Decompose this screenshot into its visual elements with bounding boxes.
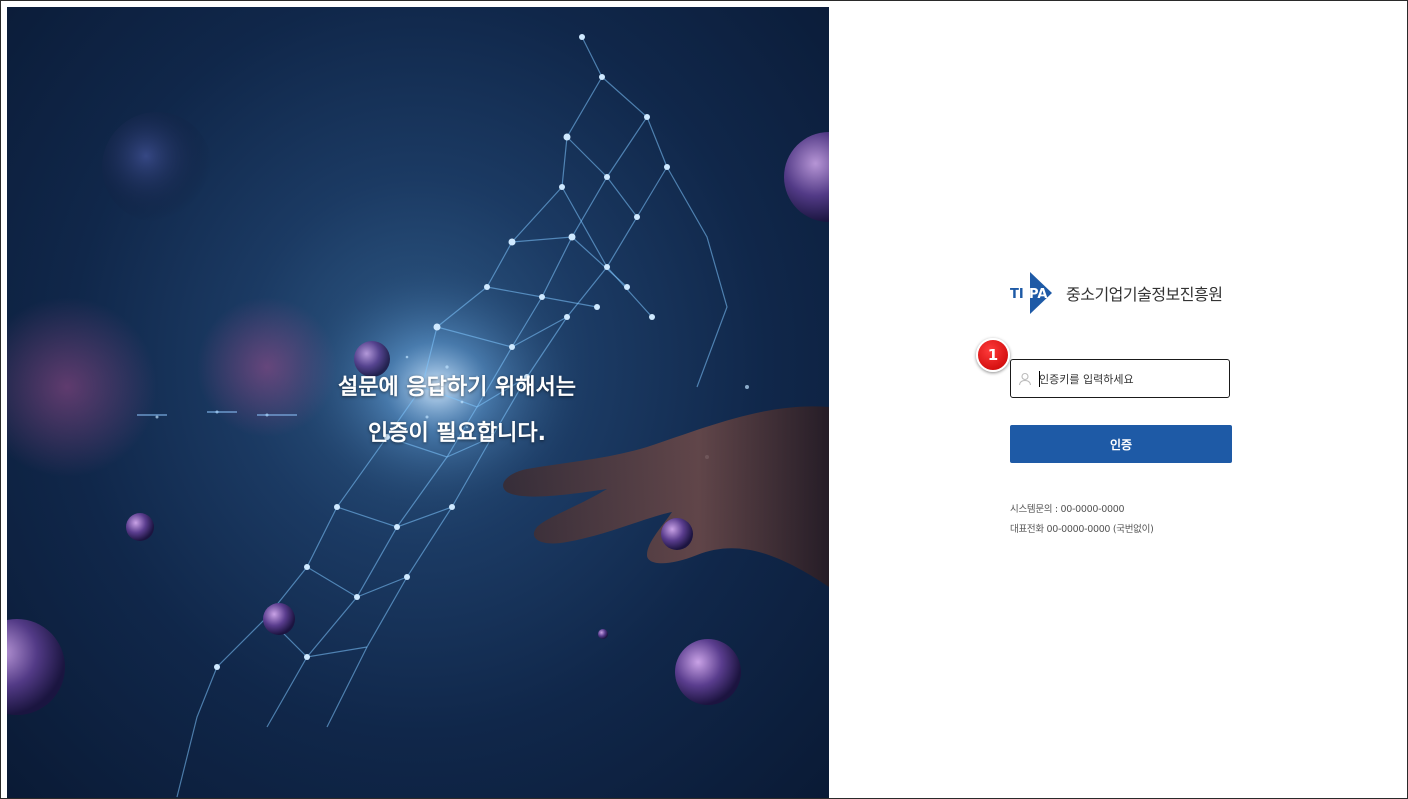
hero-message-line1: 설문에 응답하기 위해서는 bbox=[338, 375, 576, 400]
page-frame: 설문에 응답하기 위해서는 인증이 필요합니다. TI PA 중소기업기술정보진… bbox=[0, 0, 1408, 799]
auth-key-field[interactable] bbox=[1010, 359, 1230, 398]
auth-panel: TI PA 중소기업기술정보진흥원 1 인증 시스템문의 : 00-0000-0… bbox=[830, 7, 1402, 797]
user-icon bbox=[1018, 372, 1032, 386]
step-badge: 1 bbox=[976, 338, 1010, 372]
auth-key-input[interactable] bbox=[1039, 368, 1224, 390]
logo-text-left: TI bbox=[1010, 287, 1024, 302]
tipa-logo-icon: TI PA bbox=[1010, 272, 1054, 314]
hero-image: 설문에 응답하기 위해서는 인증이 필요합니다. bbox=[7, 7, 829, 798]
hero-message-line2: 인증이 필요합니다. bbox=[368, 421, 546, 446]
organization-name: 중소기업기술정보진흥원 bbox=[1066, 285, 1223, 304]
main-phone-text: 대표전화 00-0000-0000 (국번없이) bbox=[1010, 524, 1154, 535]
auth-submit-button[interactable]: 인증 bbox=[1010, 425, 1232, 463]
logo-text-right: PA bbox=[1029, 287, 1047, 302]
hero-message: 설문에 응답하기 위해서는 인증이 필요합니다. bbox=[247, 365, 667, 457]
system-inquiry-text: 시스템문의 : 00-0000-0000 bbox=[1010, 504, 1125, 515]
contact-info: 시스템문의 : 00-0000-0000 대표전화 00-0000-0000 (… bbox=[1010, 500, 1154, 540]
brand: TI PA 중소기업기술정보진흥원 bbox=[1010, 272, 1223, 314]
